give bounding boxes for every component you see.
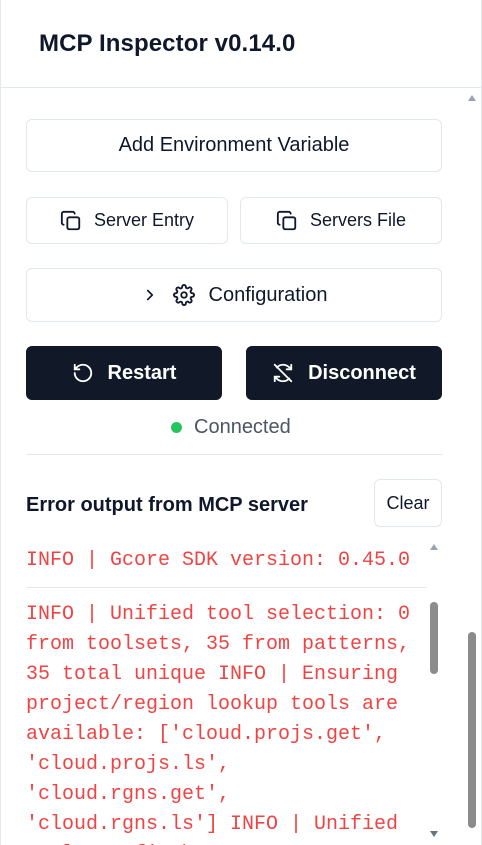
log-separator [26, 587, 426, 588]
status-dot-icon [171, 422, 182, 433]
sidebar-panel: MCP Inspector v0.14.0 Add Environment Va… [0, 0, 482, 845]
app-title: MCP Inspector v0.14.0 [39, 30, 296, 57]
restart-label: Restart [107, 361, 177, 384]
copy-icon [60, 210, 82, 232]
log-entry: INFO | Gcore SDK version: 0.45.0 [26, 549, 411, 572]
configuration-label: Configuration [208, 283, 328, 306]
log-scroll-down-arrow-icon[interactable] [430, 831, 438, 837]
gear-icon [172, 284, 195, 306]
error-output-title: Error output from MCP server [26, 494, 308, 516]
log-scroll-thumb[interactable] [430, 602, 438, 674]
servers-file-button[interactable]: Servers File [240, 197, 442, 244]
servers-file-label: Servers File [309, 210, 407, 230]
configuration-toggle-button[interactable]: Configuration [26, 268, 442, 322]
add-environment-variable-button[interactable]: Add Environment Variable [26, 119, 442, 172]
copy-icon [276, 210, 298, 232]
log-entry: INFO | Unified tool selection: 0 from to… [26, 603, 411, 845]
chevron-right-icon [141, 286, 159, 304]
log-scroll-up-arrow-icon[interactable] [430, 544, 438, 550]
status-text: Connected [194, 416, 291, 438]
sidebar-scrollbar[interactable] [463, 88, 481, 845]
rotate-ccw-icon [72, 362, 94, 384]
clear-button[interactable]: Clear [374, 479, 442, 527]
add-environment-variable-label: Add Environment Variable [118, 134, 350, 156]
scroll-up-arrow-icon[interactable] [468, 95, 476, 101]
disconnect-button[interactable]: Disconnect [246, 346, 442, 400]
error-log-scrollbar[interactable] [426, 540, 442, 845]
refresh-off-icon [272, 362, 294, 384]
restart-button[interactable]: Restart [26, 346, 222, 400]
connection-status: Connected [171, 416, 291, 439]
clear-label: Clear [386, 492, 430, 513]
server-entry-label: Server Entry [93, 210, 195, 230]
server-entry-button[interactable]: Server Entry [26, 197, 228, 244]
disconnect-label: Disconnect [308, 361, 416, 384]
sidebar-header: MCP Inspector v0.14.0 [1, 0, 481, 88]
error-log[interactable]: INFO | Gcore SDK version: 0.45.0 INFO | … [26, 540, 446, 845]
section-divider [26, 454, 442, 455]
sidebar-scroll-thumb[interactable] [468, 632, 476, 828]
